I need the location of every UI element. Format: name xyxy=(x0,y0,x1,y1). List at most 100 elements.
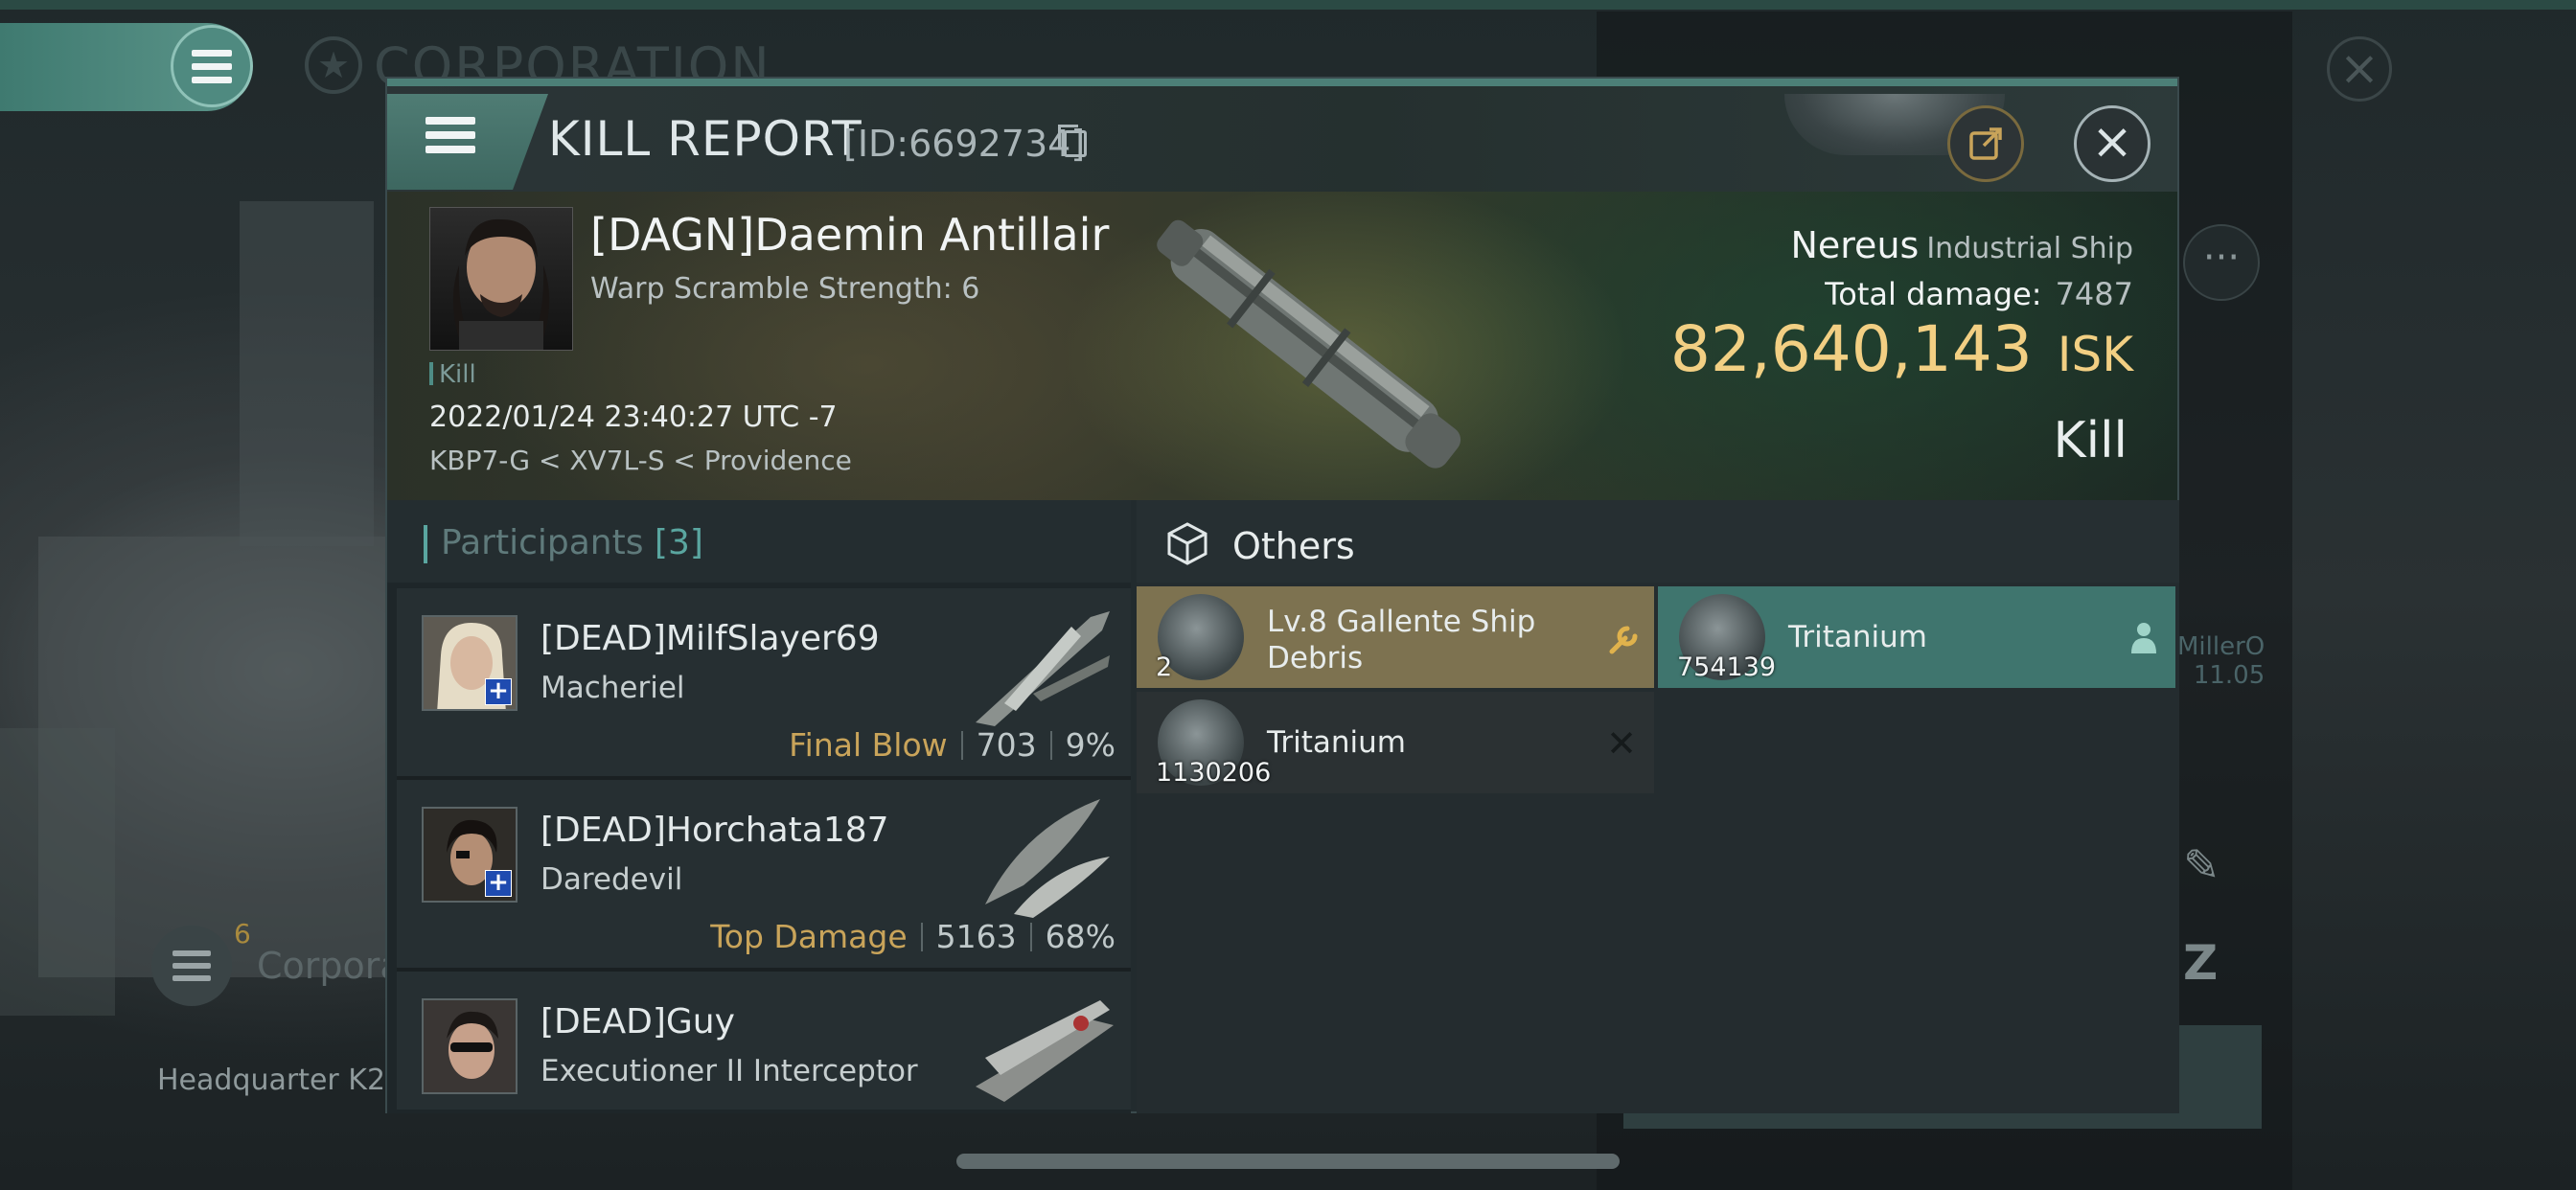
victim-ship-image xyxy=(1157,219,1461,469)
modal-title: KILL REPORT xyxy=(548,111,862,167)
destroyed-icon: ✕ xyxy=(1606,722,1637,765)
victim-ship: Nereus Industrial Ship xyxy=(1790,224,2133,266)
participant-name[interactable]: [DEAD]MilfSlayer69 xyxy=(540,619,880,658)
more-icon[interactable]: ··· xyxy=(2183,224,2260,301)
participant-stats: Top Damage 5163 68% xyxy=(710,918,1116,955)
participants-label: Participants xyxy=(441,523,644,562)
kill-datetime: 2022/01/24 23:40:27 UTC -7 xyxy=(429,400,838,434)
victim-banner: [DAGN]Daemin Antillair Warp Scramble Str… xyxy=(387,192,2177,500)
participant-damage: 703 xyxy=(976,726,1037,764)
participant-stats: Final Blow 703 9% xyxy=(789,726,1116,764)
list-icon xyxy=(172,950,211,981)
item-name: Lv.8 Gallente Ship Debris xyxy=(1267,604,1535,676)
participant-ship-image xyxy=(976,1000,1114,1102)
participants-title: Participants [3] xyxy=(441,523,703,562)
participant-percent: 68% xyxy=(1045,918,1116,955)
header-accent xyxy=(424,525,427,563)
star-icon: ★ xyxy=(305,36,362,94)
warp-scramble-strength: Warp Scramble Strength: 6 xyxy=(590,272,980,306)
final-blow-tag: Final Blow xyxy=(789,726,948,764)
participant-name[interactable]: [DEAD]Guy xyxy=(540,1002,735,1041)
member-name: MillerO xyxy=(2177,632,2266,661)
add-contact-icon[interactable]: + xyxy=(485,870,512,897)
cargo-box-icon xyxy=(1167,522,1208,565)
separator xyxy=(1049,731,1052,760)
participant-avatar xyxy=(422,998,518,1094)
participants-panel: Participants [3] + [DEAD]MilfSlayer69 Ma… xyxy=(387,500,1131,1113)
separator xyxy=(960,731,963,760)
item-name: Tritanium xyxy=(1788,620,1927,654)
ship-name: Nereus xyxy=(1790,224,1920,266)
victim-avatar xyxy=(452,218,550,350)
participant-percent: 9% xyxy=(1065,726,1116,764)
corporation-close-icon[interactable]: × xyxy=(2327,36,2392,102)
separator xyxy=(1029,923,1032,951)
kill-tag: Kill xyxy=(429,360,476,389)
participant-name[interactable]: [DEAD]Horchata187 xyxy=(540,811,889,850)
modal-header: KILL REPORT [ID:6692734] × xyxy=(387,86,2177,192)
ship-class: Industrial Ship xyxy=(1926,232,2133,265)
participant-row[interactable]: [DEAD]Guy Executioner II Interceptor xyxy=(397,972,1131,1110)
main-menu-button[interactable] xyxy=(171,25,253,107)
isk-value: 82,640,143 ISK xyxy=(1670,312,2133,386)
victim-portrait xyxy=(429,207,573,351)
kill-location: KBP7-G < XV7L-S < Providence xyxy=(429,445,852,476)
corporation-label: Corpora xyxy=(257,945,402,987)
participant-ship-image xyxy=(985,799,1110,918)
menu-icon xyxy=(192,49,232,83)
result-label: Kill xyxy=(2053,412,2128,469)
edit-icon[interactable]: ✎ xyxy=(2183,839,2235,891)
item-name-line: Lv.8 Gallente Ship xyxy=(1267,605,1536,639)
others-panel: Others 2 Lv.8 Gallente Ship Debris 75413… xyxy=(1137,500,2179,1113)
home-indicator[interactable] xyxy=(956,1154,1620,1169)
kill-id: [ID:6692734] xyxy=(843,123,1086,165)
item-slot[interactable]: 754139 Tritanium xyxy=(1658,586,2175,688)
wrench-icon xyxy=(1609,626,1638,654)
share-button[interactable] xyxy=(1947,105,2024,182)
top-damage-tag: Top Damage xyxy=(710,918,908,955)
item-name: Tritanium xyxy=(1267,725,1406,760)
participant-row[interactable]: + [DEAD]MilfSlayer69 Macheriel Final Blo… xyxy=(397,588,1131,780)
separator xyxy=(920,923,923,951)
participant-damage: 5163 xyxy=(935,918,1017,955)
participant-portrait xyxy=(424,1000,516,1092)
participant-avatar: + xyxy=(422,615,518,711)
modal-accent-line xyxy=(387,79,2177,86)
close-button[interactable]: × xyxy=(2074,105,2150,182)
station-tower xyxy=(240,201,374,546)
isk-unit: ISK xyxy=(2057,327,2133,382)
total-damage: Total damage: 7487 xyxy=(1825,276,2133,312)
menu-icon xyxy=(426,117,475,153)
copy-icon[interactable] xyxy=(1058,125,1087,157)
station-wall xyxy=(0,728,115,1016)
item-slot[interactable]: 2 Lv.8 Gallente Ship Debris xyxy=(1137,586,1654,688)
others-title: Others xyxy=(1232,525,1355,567)
person-icon xyxy=(2131,623,2156,653)
item-quantity: 1130206 xyxy=(1156,758,1272,788)
headquarter-label: Headquarter K25 xyxy=(157,1064,404,1097)
top-bar xyxy=(0,0,2576,10)
add-contact-icon[interactable]: + xyxy=(485,678,512,705)
total-damage-label: Total damage: xyxy=(1825,276,2042,312)
item-name-line: Debris xyxy=(1267,641,1364,675)
member-date: 11.05 xyxy=(2193,661,2266,690)
victim-name[interactable]: [DAGN]Daemin Antillair xyxy=(590,209,1109,261)
participant-ship: Executioner II Interceptor xyxy=(540,1054,918,1088)
item-quantity: 2 xyxy=(1156,652,1173,682)
participant-avatar: + xyxy=(422,807,518,903)
others-header: Others xyxy=(1137,500,2179,583)
participant-row[interactable]: + [DEAD]Horchata187 Daredevil Top Damage… xyxy=(397,780,1131,972)
item-quantity: 754139 xyxy=(1677,652,1777,682)
share-icon xyxy=(1969,127,2002,160)
corporation-count: 6 xyxy=(234,918,251,950)
kill-report-modal: KILL REPORT [ID:6692734] × [DAGN]Daemin … xyxy=(385,77,2179,1113)
participants-header: Participants [3] xyxy=(387,500,1131,583)
sleep-settings-icon[interactable]: Z xyxy=(2183,935,2235,991)
participant-ship: Macheriel xyxy=(540,671,685,705)
report-menu-button[interactable] xyxy=(387,94,548,190)
participants-count: [3] xyxy=(654,523,703,562)
isk-amount: 82,640,143 xyxy=(1669,312,2033,386)
total-damage-value: 7487 xyxy=(2055,276,2133,312)
item-slot[interactable]: 1130206 Tritanium ✕ xyxy=(1137,692,1654,793)
corporation-chip-button[interactable] xyxy=(151,926,232,1006)
